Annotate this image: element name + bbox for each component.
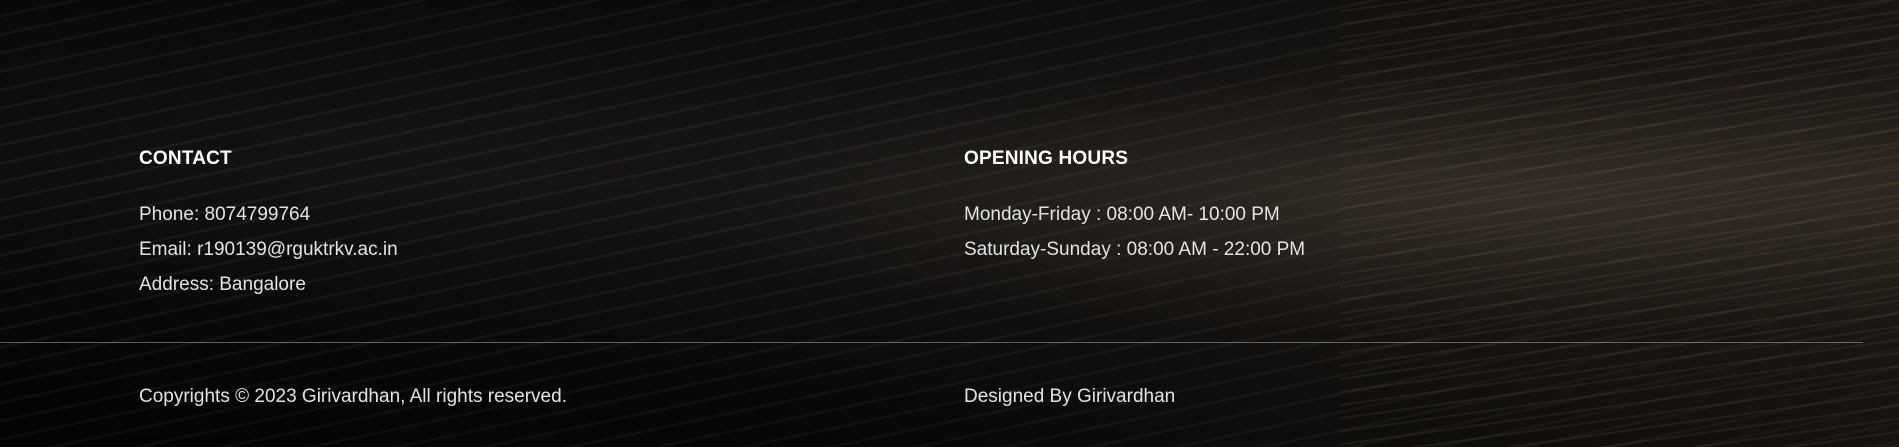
hours-weekends: Saturday-Sunday : 08:00 AM - 22:00 PM: [964, 239, 1306, 260]
contact-phone: Phone: 8074799764: [139, 204, 311, 225]
footer-columns: CONTACT Phone: 8074799764 Email: r190139…: [0, 0, 1899, 342]
contact-section: CONTACT Phone: 8074799764 Email: r190139…: [139, 148, 398, 309]
copyright-text: Copyrights © 2023 Girivardhan, All right…: [139, 386, 567, 407]
contact-email: Email: r190139@rguktrkv.ac.in: [139, 239, 398, 260]
opening-hours-section: OPENING HOURS Monday-Friday : 08:00 AM- …: [964, 148, 1305, 274]
footer-divider: [0, 342, 1863, 343]
contact-heading: CONTACT: [139, 148, 232, 169]
opening-hours-heading: OPENING HOURS: [964, 148, 1129, 169]
designed-by-text: Designed By Girivardhan: [964, 386, 1176, 407]
site-footer: CONTACT Phone: 8074799764 Email: r190139…: [0, 0, 1899, 447]
contact-address: Address: Bangalore: [139, 274, 306, 295]
hours-weekdays: Monday-Friday : 08:00 AM- 10:00 PM: [964, 204, 1280, 225]
